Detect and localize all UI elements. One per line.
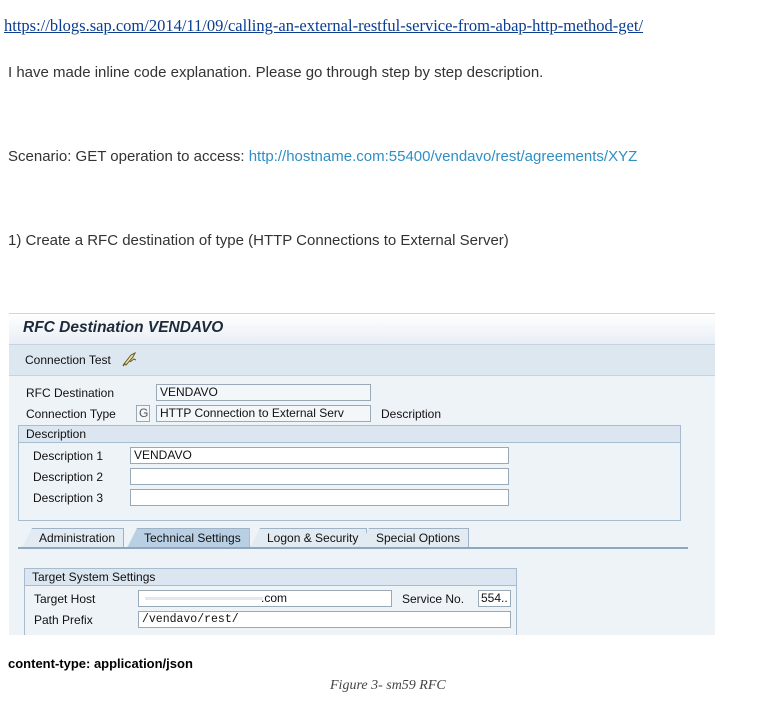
connection-type-label: Connection Type (26, 407, 116, 421)
tab-technical-settings[interactable]: Technical Settings (127, 528, 250, 548)
sap-rfc-screenshot: RFC Destination VENDAVO Connection Test … (9, 313, 715, 635)
tab-administration[interactable]: Administration (22, 528, 125, 548)
target-host-label: Target Host (34, 592, 96, 606)
target-system-group-title: Target System Settings (25, 569, 516, 586)
description-group-title: Description (19, 426, 680, 443)
description-1-label: Description 1 (33, 449, 104, 463)
description-2-label: Description 2 (33, 470, 104, 484)
scenario-prefix: Scenario: GET operation to access: (8, 148, 249, 165)
step1-text: 1) Create a RFC destination of type (HTT… (8, 232, 509, 249)
sap-toolbar: Connection Test (9, 345, 715, 376)
sap-title-bar: RFC Destination VENDAVO (9, 314, 715, 345)
description-3-label: Description 3 (33, 491, 104, 505)
tab-logon-security[interactable]: Logon & Security (250, 528, 368, 548)
connection-type-field[interactable]: HTTP Connection to External Serv (156, 405, 371, 422)
service-no-label: Service No. (402, 592, 465, 606)
scenario-url-link[interactable]: http://hostname.com:55400/vendavo/rest/a… (249, 148, 638, 165)
intro-text: I have made inline code explanation. Ple… (8, 64, 544, 81)
service-no-field[interactable]: 554.. (478, 590, 511, 607)
description-3-field[interactable] (130, 489, 509, 506)
description-1-field[interactable]: VENDAVO (130, 447, 509, 464)
content-type-text: content-type: application/json (8, 656, 193, 671)
scenario-text: Scenario: GET operation to access: http:… (8, 148, 637, 165)
target-system-group: Target System Settings Target Host .com … (24, 568, 517, 635)
blog-link[interactable]: https://blogs.sap.com/2014/11/09/calling… (4, 16, 643, 36)
sap-title: RFC Destination VENDAVO (23, 319, 224, 336)
connection-type-description: Description (381, 407, 442, 421)
tab-special-options[interactable]: Special Options (359, 528, 470, 548)
redaction-smudge (145, 597, 263, 600)
path-prefix-label: Path Prefix (34, 613, 93, 627)
connection-test-icon[interactable] (121, 350, 139, 368)
rfc-destination-label: RFC Destination (26, 386, 115, 400)
connection-test-button[interactable]: Connection Test (25, 353, 111, 367)
description-2-field[interactable] (130, 468, 509, 485)
description-group: Description Description 1 VENDAVO Descri… (18, 425, 681, 521)
connection-type-code-field[interactable]: G (136, 405, 150, 422)
rfc-destination-field[interactable]: VENDAVO (156, 384, 371, 401)
path-prefix-field[interactable]: /vendavo/rest/ (138, 611, 511, 628)
figure-caption: Figure 3- sm59 RFC (330, 678, 446, 693)
tab-strip-divider (18, 547, 688, 549)
